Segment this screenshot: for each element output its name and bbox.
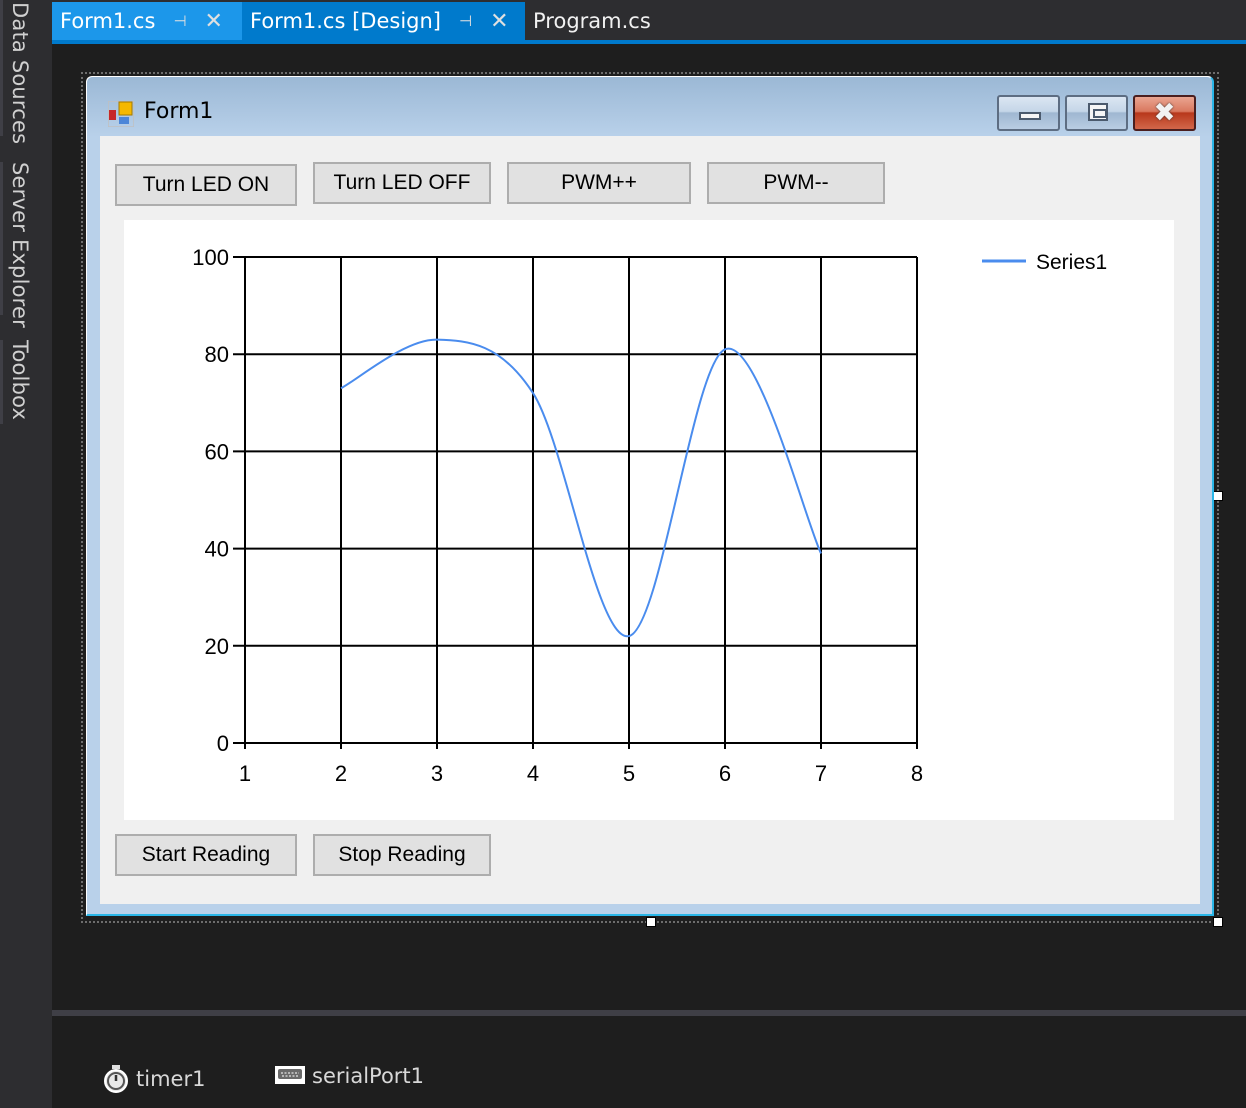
x-tick-label: 7 [815, 761, 827, 786]
side-tool-rail: Data Sources Server Explorer Toolbox [0, 0, 52, 1108]
x-tick-label: 5 [623, 761, 635, 786]
x-tick-label: 1 [239, 761, 251, 786]
y-tick-label: 80 [205, 342, 229, 367]
rail-tab-data-sources[interactable]: Data Sources [8, 2, 32, 144]
minimize-button[interactable] [997, 95, 1060, 131]
series-line-series1 [340, 338, 822, 638]
y-tick-label: 20 [205, 634, 229, 659]
rail-tab-server-explorer[interactable]: Server Explorer [8, 162, 32, 328]
start-reading-button[interactable]: Start Reading [115, 834, 297, 876]
component-label: timer1 [136, 1067, 206, 1091]
x-tick-label: 3 [431, 761, 443, 786]
x-tick-label: 4 [527, 761, 539, 786]
tab-program-cs[interactable]: Program.cs [525, 2, 675, 40]
form-icon [108, 101, 134, 127]
tab-label: Form1.cs [Design] [250, 9, 441, 33]
resize-handle-right[interactable] [1213, 491, 1223, 501]
legend-label: Series1 [1036, 251, 1107, 274]
y-tick-label: 60 [205, 439, 229, 464]
tab-form1-cs[interactable]: Form1.cs ⊣ ✕ [52, 2, 242, 40]
rail-separator [0, 0, 3, 136]
resize-handle-bottom-right[interactable] [1213, 917, 1223, 927]
rail-separator [0, 162, 3, 315]
minimize-icon [1019, 112, 1041, 120]
pwm-decrease-button[interactable]: PWM-- [707, 162, 885, 204]
x-tick-label: 2 [335, 761, 347, 786]
maximize-icon [1088, 103, 1108, 121]
close-icon: ✖ [1153, 98, 1176, 128]
form-window[interactable]: Form1 ✖ Turn LED ON Turn LED OFF PWM++ P… [86, 76, 1214, 916]
turn-led-on-button[interactable]: Turn LED ON [115, 164, 297, 206]
component-serialport1[interactable]: serialPort1 [274, 1064, 424, 1088]
pwm-increase-button[interactable]: PWM++ [507, 162, 691, 204]
rail-separator [0, 340, 3, 424]
turn-led-off-button[interactable]: Turn LED OFF [313, 162, 491, 204]
form-title-bar[interactable]: Form1 ✖ [87, 77, 1212, 137]
close-icon[interactable]: ✕ [205, 9, 223, 34]
tab-form1-design[interactable]: Form1.cs [Design] ⊣ ✕ [242, 2, 525, 40]
y-tick-label: 40 [205, 537, 229, 562]
maximize-button[interactable] [1065, 95, 1128, 131]
tab-bar-accent-line [52, 40, 1246, 44]
chart-control[interactable]: 1 2 3 4 5 6 7 8 0 20 40 60 80 100 Series1 [124, 220, 1174, 820]
y-tick-label: 100 [192, 245, 229, 270]
x-tick-label: 6 [719, 761, 731, 786]
component-tray: timer1 serialPort1 [52, 1016, 1246, 1108]
pin-icon[interactable]: ⊣ [459, 12, 472, 30]
form-title: Form1 [144, 99, 214, 124]
visual-studio-window: Data Sources Server Explorer Toolbox For… [0, 0, 1246, 1108]
resize-handle-bottom[interactable] [646, 917, 656, 927]
timer-icon [104, 1065, 128, 1093]
serial-port-icon [275, 1066, 305, 1084]
form-client-area: Turn LED ON Turn LED OFF PWM++ PWM-- 1 2 3… [100, 136, 1200, 904]
y-tick-label: 0 [217, 731, 229, 756]
rail-tab-toolbox[interactable]: Toolbox [8, 340, 32, 420]
close-button[interactable]: ✖ [1133, 95, 1196, 131]
component-label: serialPort1 [312, 1064, 425, 1088]
tab-label: Program.cs [533, 9, 651, 33]
close-icon[interactable]: ✕ [490, 9, 508, 34]
pin-icon[interactable]: ⊣ [173, 12, 186, 30]
tab-label: Form1.cs [60, 9, 156, 33]
line-chart: 1 2 3 4 5 6 7 8020406080100 Series1 [192, 245, 1107, 786]
stop-reading-button[interactable]: Stop Reading [313, 834, 491, 876]
component-timer1[interactable]: timer1 [102, 1064, 205, 1094]
x-tick-label: 8 [911, 761, 923, 786]
